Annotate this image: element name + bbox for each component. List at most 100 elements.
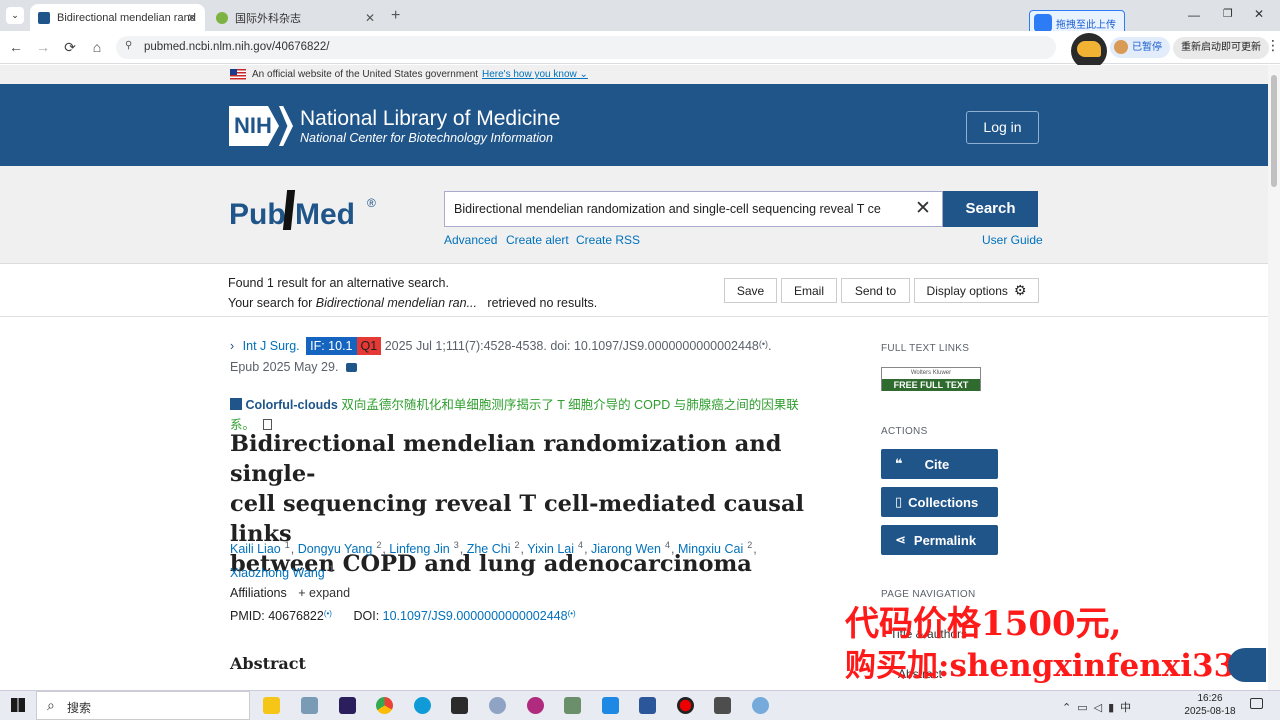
free-full-text-button[interactable]: Wolters Kluwer FREE FULL TEXT <box>881 367 981 391</box>
epub-line: Epub 2025 May 29. <box>230 360 357 374</box>
create-rss-link[interactable]: Create RSS <box>576 233 640 247</box>
expand-affiliations-button[interactable]: + expand <box>298 586 350 600</box>
collections-button[interactable]: ▯ Collections <box>881 487 998 517</box>
author-link[interactable]: Zhe Chi <box>467 542 511 556</box>
close-tab-icon[interactable]: ✕ <box>365 11 375 25</box>
save-button[interactable]: Save <box>724 278 777 303</box>
email-button[interactable]: Email <box>781 278 837 303</box>
author-link[interactable]: Xiaozhong Wang <box>230 566 325 580</box>
windows-start-icon[interactable] <box>11 698 25 712</box>
results-message: Found 1 result for an alternative search… <box>228 273 597 313</box>
permalink-button[interactable]: ⋖ Permalink <box>881 525 998 555</box>
search-icon: ⌕ <box>47 697 55 713</box>
doi-link[interactable]: 10.1097/JS9.0000000000002448 <box>383 609 568 623</box>
camera-icon[interactable] <box>345 363 357 372</box>
back-icon[interactable]: ← <box>7 39 25 55</box>
author-link[interactable]: Linfeng Jin <box>389 542 449 556</box>
affiliation-number[interactable]: 3 <box>454 540 459 550</box>
extension-bird-icon[interactable] <box>1071 33 1107 69</box>
menu-dots-icon[interactable]: ⋮ <box>1266 37 1280 54</box>
advanced-link[interactable]: Advanced <box>444 233 497 247</box>
r-icon[interactable] <box>489 697 506 714</box>
minimize-icon[interactable]: — <box>1188 8 1200 22</box>
quartile-badge: Q1 <box>356 337 382 355</box>
journal-favicon <box>216 11 228 24</box>
affiliation-number[interactable]: 1 <box>329 564 334 574</box>
plus-icon: + <box>298 586 306 600</box>
app-icon[interactable] <box>301 697 318 714</box>
pycharm-icon[interactable] <box>451 697 468 714</box>
gov-banner-link[interactable]: Here's how you know ⌄ <box>482 69 588 80</box>
author-link[interactable]: Mingxiu Cai <box>678 542 743 556</box>
login-button[interactable]: Log in <box>966 111 1039 144</box>
pubmed-logo[interactable]: Pub Med ® <box>229 186 379 238</box>
close-tab-icon[interactable]: ✕ <box>187 11 197 25</box>
forward-icon[interactable]: → <box>34 39 52 55</box>
word-icon[interactable] <box>639 697 656 714</box>
clock[interactable]: 16:26 2025-08-18 <box>1180 692 1240 718</box>
feedback-button[interactable] <box>1228 648 1266 682</box>
audio-icon[interactable]: (•) <box>568 609 576 618</box>
search-input[interactable]: Bidirectional mendelian randomization an… <box>444 191 943 227</box>
edge-icon[interactable] <box>414 697 431 714</box>
reload-icon[interactable]: ⟳ <box>61 39 79 56</box>
affiliations-label: Affiliations <box>230 586 287 600</box>
translation-brand[interactable]: Colorful-clouds <box>245 398 337 412</box>
tab-inactive[interactable]: 国际外科杂志 ✕ <box>208 4 383 31</box>
record-icon[interactable] <box>677 697 694 714</box>
us-flag-icon <box>230 69 246 80</box>
nih-header: NIH National Library of Medicine Nationa… <box>0 84 1268 166</box>
site-info-icon[interactable]: ⚲ <box>125 40 132 51</box>
rstudio-icon[interactable] <box>752 697 769 714</box>
file-explorer-icon[interactable] <box>263 697 280 714</box>
author-link[interactable]: Kaili Liao <box>230 542 281 556</box>
cite-button[interactable]: ❝ Cite <box>881 449 998 479</box>
sublime-icon[interactable] <box>714 697 731 714</box>
tab-active[interactable]: Bidirectional mendelian rand ✕ <box>30 4 205 31</box>
journal-link[interactable]: Int J Surg. <box>243 339 300 353</box>
home-icon[interactable]: ⌂ <box>88 39 106 55</box>
3d-app-icon[interactable] <box>527 697 544 714</box>
author-link[interactable]: Yixin Lai <box>527 542 574 556</box>
author-link[interactable]: Dongyu Yang <box>298 542 373 556</box>
affiliation-number[interactable]: 1 <box>285 540 290 550</box>
citation-line: › Int J Surg. IF: 10.1 Q1 2025 Jul 1;111(… <box>230 337 772 355</box>
display-options-button[interactable]: Display options ⚙ <box>914 278 1039 303</box>
affiliation-number[interactable]: 2 <box>515 540 520 550</box>
address-bar[interactable]: ⚲ pubmed.ncbi.nlm.nih.gov/40676822/ <box>116 36 1056 59</box>
user-guide-link[interactable]: User Guide <box>982 233 1043 247</box>
search-button[interactable]: Search <box>943 191 1038 227</box>
affiliation-number[interactable]: 2 <box>747 540 752 550</box>
affiliation-number[interactable]: 4 <box>578 540 583 550</box>
clear-search-icon[interactable]: ✕ <box>905 192 941 226</box>
nih-logo[interactable]: NIH <box>229 106 293 146</box>
bookmark-icon: ▯ <box>895 494 903 509</box>
paused-profile-chip[interactable]: 已暂停 <box>1110 37 1170 58</box>
app-icon[interactable] <box>564 697 581 714</box>
affiliation-number[interactable]: 2 <box>376 540 381 550</box>
authors-list: Kaili Liao 1, Dongyu Yang 2, Linfeng Jin 3,… <box>230 540 757 581</box>
author-link[interactable]: Jiarong Wen <box>591 542 661 556</box>
tab-list-button[interactable]: ⌄ <box>6 7 24 24</box>
close-window-icon[interactable]: ✕ <box>1254 7 1264 21</box>
premiere-icon[interactable] <box>339 697 356 714</box>
audio-icon[interactable]: (•) <box>324 609 332 618</box>
ime-indicator: 中 <box>1120 702 1138 714</box>
page-scrollbar[interactable] <box>1268 65 1280 690</box>
nih-title: National Library of Medicine <box>300 107 561 130</box>
audio-icon[interactable]: (•) <box>759 339 768 349</box>
divider <box>0 316 1268 317</box>
restore-icon[interactable]: ❐ <box>1223 7 1233 20</box>
send-to-button[interactable]: Send to <box>841 278 910 303</box>
notification-icon[interactable] <box>1250 698 1263 709</box>
app-icon[interactable] <box>602 697 619 714</box>
full-text-heading: FULL TEXT LINKS <box>881 343 970 354</box>
create-alert-link[interactable]: Create alert <box>506 233 569 247</box>
restart-update-button[interactable]: 重新启动即可更新 <box>1173 37 1269 59</box>
system-tray[interactable]: ⌃▭◁▮中 <box>1062 699 1137 715</box>
taskbar-search[interactable]: ⌕ 搜索 <box>36 691 250 720</box>
affiliation-number[interactable]: 4 <box>665 540 670 550</box>
chrome-icon[interactable] <box>376 697 393 714</box>
new-tab-icon[interactable]: + <box>391 7 400 25</box>
scrollbar-thumb[interactable] <box>1271 75 1277 187</box>
